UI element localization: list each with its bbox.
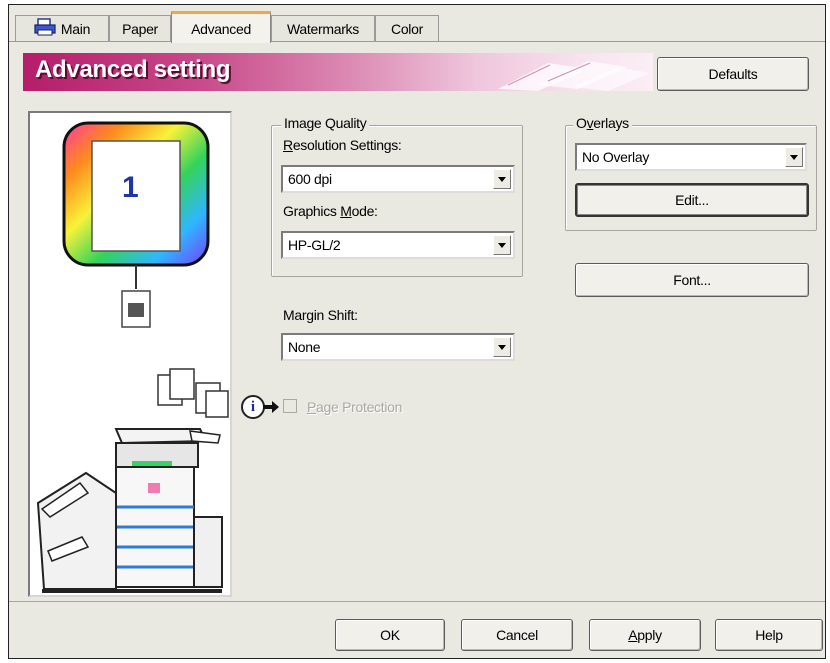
apply-label: Apply [628, 627, 662, 643]
chevron-down-icon[interactable] [493, 235, 511, 255]
printer-icon [34, 18, 56, 39]
tab-color[interactable]: Color [375, 15, 439, 41]
page-title: Advanced setting [35, 56, 231, 83]
printer-properties-dialog: Main Paper Advanced Watermarks Color Adv… [8, 4, 826, 659]
paper-sheets-graphic [498, 61, 650, 91]
defaults-button[interactable]: Defaults [657, 57, 809, 91]
margin-shift-select[interactable]: None [281, 333, 515, 361]
help-button[interactable]: Help [715, 619, 823, 651]
ok-button[interactable]: OK [335, 619, 445, 651]
tab-main[interactable]: Main [15, 15, 109, 41]
tab-paper[interactable]: Paper [109, 15, 171, 41]
resolution-label: Resolution Settings: [283, 137, 402, 153]
printer-preview-panel: 1 [28, 111, 232, 597]
preview-page-number: 1 [122, 171, 139, 204]
info-icon[interactable]: i [241, 395, 265, 419]
graphics-mode-label: Graphics Mode: [283, 203, 378, 219]
page-protection-checkbox[interactable] [283, 399, 297, 413]
header-banner: Advanced setting [23, 53, 653, 91]
apply-button[interactable]: Apply [589, 619, 701, 651]
chevron-down-icon[interactable] [785, 147, 803, 167]
page-protection-label: Page Protection [307, 399, 403, 415]
tab-advanced[interactable]: Advanced [171, 11, 271, 43]
chevron-down-icon[interactable] [493, 169, 511, 189]
tab-bar: Main Paper Advanced Watermarks Color [9, 5, 825, 45]
chevron-down-icon[interactable] [493, 337, 511, 357]
footer-divider [9, 601, 825, 602]
overlays-select[interactable]: No Overlay [575, 143, 807, 171]
image-quality-legend: Image Quality [281, 115, 370, 131]
tab-watermarks[interactable]: Watermarks [271, 15, 375, 41]
cancel-button[interactable]: Cancel [461, 619, 573, 651]
resolution-select[interactable]: 600 dpi [281, 165, 515, 193]
margin-shift-label: Margin Shift: [283, 307, 358, 323]
font-button[interactable]: Font... [575, 263, 809, 297]
edit-overlay-button[interactable]: Edit... [575, 183, 809, 217]
overlays-legend: Overlays [573, 115, 632, 131]
arrow-right-icon [263, 401, 279, 413]
graphics-mode-select[interactable]: HP-GL/2 [281, 231, 515, 259]
tab-divider [9, 41, 825, 42]
